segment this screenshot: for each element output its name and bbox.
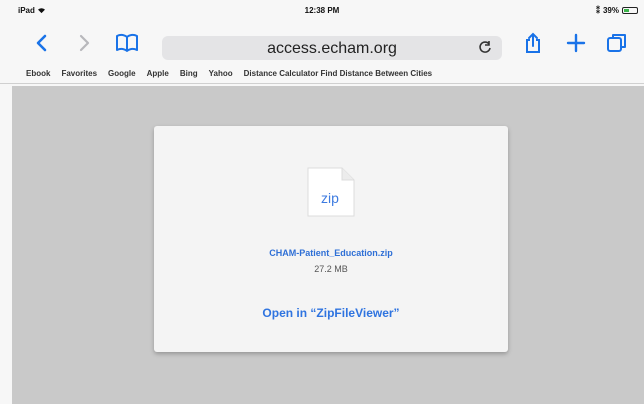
bookmark-item[interactable]: Bing [180,69,198,78]
new-tab-button[interactable] [563,30,589,56]
battery-icon [622,7,638,14]
bookmark-item[interactable]: Ebook [26,69,50,78]
chevron-left-icon [36,34,47,52]
plus-icon [566,33,586,53]
share-button[interactable] [520,30,546,56]
web-content: zip CHAM-Patient_Education.zip 27.2 MB O… [12,86,644,404]
bluetooth-icon: ⁑ [595,6,600,15]
navigation-toolbar: access.echam.org [0,22,644,62]
battery-status: ⁑ 39% [596,6,638,15]
file-size: 27.2 MB [314,264,348,274]
clock: 12:38 PM [304,6,340,15]
back-button[interactable] [28,30,54,56]
tabs-icon [607,34,626,52]
book-icon [116,34,138,52]
url-text: access.echam.org [267,40,397,57]
bookmark-item[interactable]: Apple [147,69,169,78]
favorites-bar: Ebook Favorites Google Apple Bing Yahoo Distan… [0,64,644,84]
open-in-app-button[interactable]: Open in “ZipFileViewer” [154,306,508,320]
battery-fill [624,9,629,12]
tabs-button[interactable] [604,30,630,56]
forward-button[interactable] [72,30,98,56]
share-icon [526,32,540,53]
bookmarks-button[interactable] [114,30,140,56]
download-card: zip CHAM-Patient_Education.zip 27.2 MB O… [154,126,508,352]
file-name: CHAM-Patient_Education.zip [269,248,393,258]
bookmark-item[interactable]: Favorites [61,69,97,78]
bookmark-item[interactable]: Google [108,69,136,78]
chevron-right-icon [79,34,90,52]
address-bar[interactable]: access.echam.org [162,36,502,60]
reload-icon [479,41,491,53]
bookmark-item[interactable]: Distance Calculator Find Distance Betwee… [244,69,433,78]
file-type-label: zip [321,190,339,206]
status-bar: iPad 12:38 PM ⁑ 39% [0,0,644,20]
safari-window: iPad 12:38 PM ⁑ 39% access.echam.org Ebo… [0,0,644,404]
bookmark-item[interactable]: Yahoo [209,69,233,78]
battery-percent: 39% [602,6,619,15]
reload-button[interactable] [478,40,492,59]
zip-file-icon: zip [304,166,356,218]
